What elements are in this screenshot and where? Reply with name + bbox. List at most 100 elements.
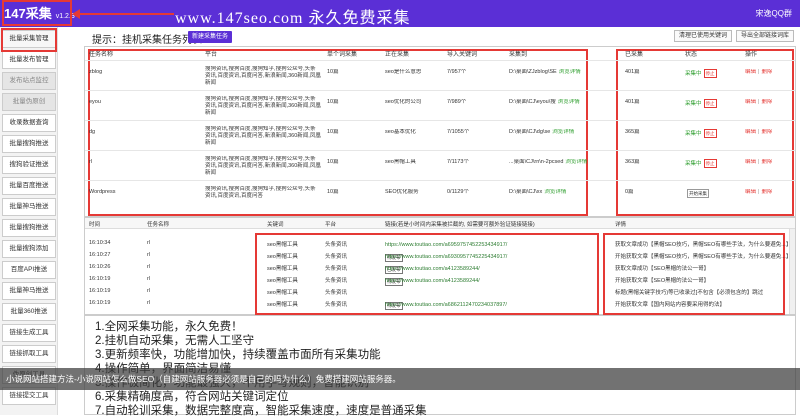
edit-link[interactable]: 编辑 — [745, 129, 756, 135]
edit-link[interactable]: 编辑 — [745, 189, 756, 195]
column-header: 已采集 — [625, 52, 644, 58]
log-platform: 头条资讯 — [325, 290, 348, 296]
log-keyword: seo黑帽工具 — [267, 290, 298, 296]
per-keyword-count: 10篇 — [327, 189, 339, 195]
delete-link[interactable]: 删除 — [761, 69, 772, 75]
log-detail: 开始获取文章【黑帽SEO技巧，黑帽SEO有哪些手法，为什么要避免...】 — [615, 254, 792, 260]
details-link[interactable]: 浏览详情 — [552, 129, 574, 135]
log-detail: 获取文章成功【SEO黑帽的法公一哥】 — [615, 266, 710, 272]
clear-keywords-button[interactable]: 清理已使用关键词 — [674, 30, 733, 42]
status-cell: 开始采集 — [685, 189, 709, 198]
status-cell: 采集中 停止 — [685, 69, 717, 78]
current-keyword: seo黑帽工具 — [385, 159, 416, 165]
details-link[interactable]: 浏览详情 — [559, 69, 581, 75]
log-url-link[interactable]: https://www.toutiao.com/a695975745225343… — [385, 242, 507, 248]
sidebar-item[interactable]: 收录数据查询 — [2, 114, 56, 132]
status-text: 采集中 — [685, 161, 702, 167]
task-name: eyou — [89, 99, 101, 105]
column-header: 操作 — [745, 52, 758, 58]
action-separator: | — [758, 129, 760, 135]
sidebar-item[interactable]: 批量百度推送 — [2, 177, 56, 195]
sidebar-item[interactable]: 链接抓取工具 — [2, 345, 56, 363]
task-platforms: 搜狗资讯,搜狗百度,搜狗知乎,搜狗公众号,头条资讯,百度资讯,百度问答 — [205, 186, 316, 199]
stop-button[interactable]: 停止 — [703, 129, 717, 138]
stop-button[interactable]: 停止 — [703, 99, 717, 108]
edit-link[interactable]: 编辑 — [745, 99, 756, 105]
stop-button[interactable]: 停止 — [703, 159, 717, 168]
log-keyword: seo黑帽工具 — [267, 278, 298, 284]
sidebar-item[interactable]: 批量神马推送 — [2, 198, 56, 216]
status-cell: 采集中 停止 — [685, 159, 717, 168]
action-separator: | — [758, 189, 760, 195]
details-link[interactable]: 浏览详情 — [558, 99, 580, 105]
banner-text: www.147seo.com 永久免费采集 — [175, 10, 411, 27]
column-header: 正在采集 — [385, 52, 410, 58]
log-platform: 头条资讯 — [325, 302, 348, 308]
details-link[interactable]: 浏览详情 — [544, 189, 566, 195]
collected-count: 363篇 — [625, 159, 640, 165]
log-column-header: 详情 — [615, 222, 627, 228]
log-url-link[interactable]: https://www.toutiao.com/a4123589244/ — [385, 266, 480, 272]
log-time: 16:10:19 — [89, 276, 111, 282]
log-row: 16:10:27 rl seo黑帽工具 头条资讯 待发布 https://www.tout… — [85, 250, 795, 262]
sidebar-item[interactable]: 批量搜狗推送 — [2, 135, 56, 153]
collected-count: 401篇 — [625, 99, 640, 105]
task-platforms: 搜狗资讯,搜狗百度,搜狗知乎,搜狗公众号,头条资讯,百度资讯,百度问答,新浪新闻… — [205, 66, 321, 86]
task-name: zblog — [89, 69, 103, 75]
main-panel: 提示：挂机采集任务列表 新建采集任务 清理已使用关键词 导出全部链接词库 任务名… — [60, 27, 800, 417]
log-platform: 头条资讯 — [325, 266, 348, 272]
delete-link[interactable]: 删除 — [761, 99, 772, 105]
log-url-link[interactable]: https://www.toutiao.com/a4123589244/ — [385, 278, 480, 284]
log-detail: 开始获取文章【SEO黑帽的法公一哥】 — [615, 278, 710, 284]
imported-keywords: 7/957个 — [447, 69, 467, 75]
save-path-text: D:\桌面\CJ\dg\se — [509, 129, 551, 135]
task-platforms: 搜狗资讯,搜狗百度,搜狗知乎,搜狗公众号,头条资讯,百度资讯,百度问答,新浪新闻… — [205, 156, 321, 176]
log-detail: 获取文章成功【黑帽SEO技巧，黑帽SEO有哪些手法，为什么要避免...】 — [615, 242, 792, 248]
sidebar-item[interactable]: 发布站点监控 — [2, 72, 56, 90]
log-url-link[interactable]: https://www.toutiao.com/a693095774522543… — [385, 254, 507, 260]
export-button[interactable]: 导出全部链接词库 — [736, 30, 795, 42]
log-platform: 头条资讯 — [325, 242, 348, 248]
sidebar-item[interactable]: 搜狗验证推送 — [2, 156, 56, 174]
per-keyword-count: 10篇 — [327, 99, 339, 105]
delete-link[interactable]: 删除 — [761, 159, 772, 165]
column-header: 导入关键词 — [447, 52, 478, 58]
action-separator: | — [758, 69, 760, 75]
logo-highlight-box — [2, 0, 72, 26]
delete-link[interactable]: 删除 — [761, 189, 772, 195]
sidebar-item[interactable]: 批量发布管理 — [2, 51, 56, 69]
qq-group-link[interactable]: 宋逸QQ群 — [756, 8, 792, 19]
actions-cell: 编辑 | 删除 — [745, 99, 772, 106]
sidebar-item[interactable]: 批量360推送 — [2, 303, 56, 321]
save-path-text: ...桌面\CJ\rn\n-2pcsed — [509, 159, 564, 165]
sidebar-item[interactable]: 批量神马推送 — [2, 282, 56, 300]
sidebar-item[interactable]: 链接生成工具 — [2, 324, 56, 342]
log-task: rl — [147, 264, 151, 270]
sidebar-item[interactable]: 百度API推送 — [2, 261, 56, 279]
edit-link[interactable]: 编辑 — [745, 159, 756, 165]
log-time: 16:10:27 — [89, 252, 111, 258]
log-keyword: seo黑帽工具 — [267, 254, 298, 260]
sidebar-item[interactable]: 批量搜狗推送 — [2, 219, 56, 237]
log-detail: 标题(黑帽关键字技巧)等已收录过[不包含【必须包含的】跳过 — [615, 290, 764, 296]
start-button[interactable]: 开始采集 — [687, 189, 709, 198]
details-link[interactable]: 浏览详情 — [565, 159, 587, 165]
top-bar: 147采集 v1.2.3 www.147seo.com 永久免费采集 宋逸QQ群 — [0, 0, 800, 27]
task-name: rl — [89, 159, 93, 165]
log-keyword: seo黑帽工具 — [267, 266, 298, 272]
stop-button[interactable]: 停止 — [703, 69, 717, 78]
edit-link[interactable]: 编辑 — [745, 69, 756, 75]
save-path: D:\桌面\CJ\xx 浏览详情 — [509, 189, 566, 196]
status-cell: 采集中 停止 — [685, 99, 717, 108]
save-path: ...桌面\CJ\rn\n-2pcsed 浏览详情 — [509, 159, 587, 166]
delete-link[interactable]: 删除 — [761, 129, 772, 135]
log-column-header: 任务名称 — [147, 222, 170, 228]
log-url-link[interactable]: https://www.toutiao.com/a686211247023403… — [385, 302, 507, 308]
sidebar-item[interactable]: 批量搜狗添加 — [2, 240, 56, 258]
log-task: rl — [147, 252, 151, 258]
log-column-header: 平台 — [325, 222, 337, 228]
log-column-header: 时间 — [89, 222, 101, 228]
sidebar-item[interactable]: 批量伪原创 — [2, 93, 56, 111]
new-task-button[interactable]: 新建采集任务 — [188, 31, 233, 43]
task-row: eyou 搜狗资讯,搜狗百度,搜狗知乎,搜狗公众号,头条资讯,百度资讯,百度问答,… — [85, 90, 795, 120]
